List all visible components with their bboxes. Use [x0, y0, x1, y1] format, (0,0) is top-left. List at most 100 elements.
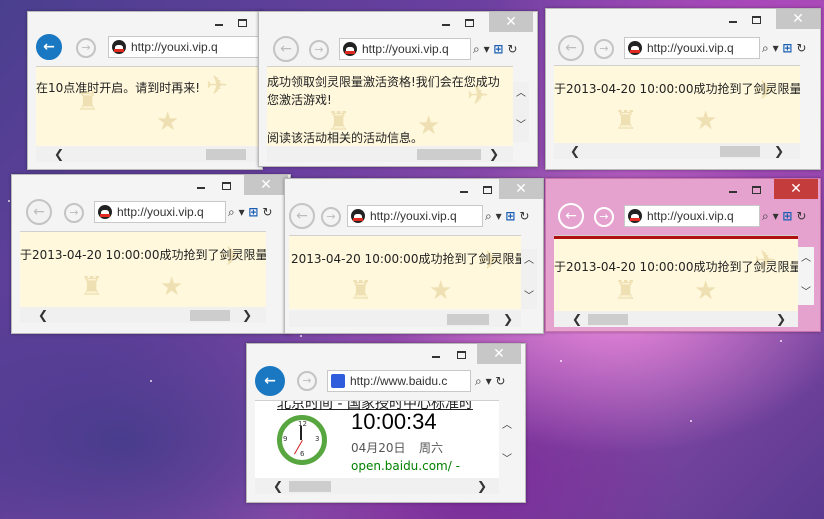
scroll-left-icon[interactable]: ❮: [273, 478, 283, 494]
search-icon[interactable]: ⌕: [762, 41, 769, 55]
chevron-down-icon[interactable]: ▾: [484, 42, 490, 56]
scroll-right-icon[interactable]: ❯: [242, 307, 252, 323]
close-button[interactable]: ✕: [774, 179, 818, 199]
scroll-down-icon[interactable]: ﹀: [499, 450, 515, 465]
refresh-icon[interactable]: ↻: [519, 209, 529, 223]
maximize-button[interactable]: [215, 175, 237, 195]
scroll-down-icon[interactable]: ﹀: [798, 283, 814, 298]
maximize-button[interactable]: [745, 179, 767, 199]
vertical-scrollbar[interactable]: ︿ ﹀: [513, 82, 529, 142]
back-button[interactable]: ←: [289, 203, 315, 229]
scroll-thumb[interactable]: [289, 481, 331, 492]
maximize-button[interactable]: [476, 179, 498, 199]
back-button[interactable]: ←: [36, 34, 62, 60]
scroll-left-icon[interactable]: ❮: [38, 307, 48, 323]
chevron-down-icon[interactable]: ▾: [773, 209, 779, 223]
title-bar[interactable]: ✕: [285, 179, 543, 201]
minimize-button[interactable]: [722, 179, 744, 199]
maximize-button[interactable]: [450, 344, 472, 364]
close-button[interactable]: ✕: [489, 12, 533, 32]
close-button[interactable]: ✕: [244, 175, 288, 195]
scroll-thumb[interactable]: [206, 149, 246, 160]
scroll-up-icon[interactable]: ︿: [499, 416, 515, 431]
minimize-button[interactable]: [425, 344, 447, 364]
result-link[interactable]: open.baidu.com/ -: [351, 459, 460, 473]
scroll-thumb[interactable]: [190, 310, 230, 321]
forward-button[interactable]: →: [309, 40, 329, 60]
scroll-thumb[interactable]: [447, 314, 489, 325]
maximize-button[interactable]: [458, 12, 480, 32]
address-bar[interactable]: http://youxi.vip.q: [339, 38, 471, 60]
scroll-right-icon[interactable]: ❯: [489, 146, 499, 162]
address-bar[interactable]: http://youxi.vip.q: [624, 205, 760, 227]
horizontal-scrollbar[interactable]: ❯: [289, 311, 521, 327]
maximize-button[interactable]: [745, 9, 767, 29]
scroll-down-icon[interactable]: ﹀: [513, 116, 529, 131]
back-button[interactable]: ←: [255, 366, 285, 396]
scroll-up-icon[interactable]: ︿: [521, 251, 537, 266]
browser-window-2[interactable]: ✕ ← → http://youxi.vip.q ⌕ ▾ ⊞ ↻ ♜ ★ ✈ 成功领…: [258, 11, 538, 167]
close-button[interactable]: ✕: [477, 344, 521, 364]
scroll-left-icon[interactable]: ❮: [570, 143, 580, 159]
minimize-button[interactable]: [208, 12, 230, 32]
scroll-right-icon[interactable]: ❯: [477, 478, 487, 494]
compat-view-icon[interactable]: ⊞: [782, 209, 792, 223]
browser-window-3[interactable]: ✕ ← → http://youxi.vip.q ⌕ ▾ ⊞ ↻ ♜ ★ ✈ 于20…: [545, 8, 821, 170]
forward-button[interactable]: →: [321, 207, 341, 227]
forward-button[interactable]: →: [64, 203, 84, 223]
scroll-right-icon[interactable]: ❯: [776, 311, 786, 327]
browser-window-1[interactable]: ← → http://youxi.vip.q ♜ ★ ✈ 在10点准时开启。请到时再…: [27, 11, 263, 170]
search-icon[interactable]: ⌕: [228, 205, 235, 219]
back-button[interactable]: ←: [273, 36, 299, 62]
scroll-right-icon[interactable]: ❯: [774, 143, 784, 159]
vertical-scrollbar[interactable]: ︿ ﹀: [798, 247, 814, 305]
chevron-down-icon[interactable]: ▾: [239, 205, 245, 219]
title-bar[interactable]: ✕: [546, 9, 820, 31]
address-bar[interactable]: http://www.baidu.c: [327, 370, 471, 392]
back-button[interactable]: ←: [26, 199, 52, 225]
scroll-left-icon[interactable]: ❮: [572, 311, 582, 327]
horizontal-scrollbar[interactable]: ❮ ❯: [554, 311, 798, 327]
horizontal-scrollbar[interactable]: ❮ ❯: [20, 307, 266, 323]
search-icon[interactable]: ⌕: [475, 374, 482, 388]
search-icon[interactable]: ⌕: [762, 209, 769, 223]
scroll-right-icon[interactable]: ❯: [503, 311, 513, 327]
chevron-down-icon[interactable]: ▾: [773, 41, 779, 55]
scroll-down-icon[interactable]: ﹀: [521, 287, 537, 302]
chevron-down-icon[interactable]: ▾: [496, 209, 502, 223]
scroll-thumb[interactable]: [417, 149, 481, 160]
title-bar[interactable]: ✕: [12, 175, 290, 197]
title-bar[interactable]: ✕: [247, 344, 525, 366]
title-bar[interactable]: ✕: [259, 12, 537, 34]
minimize-button[interactable]: [435, 12, 457, 32]
title-bar[interactable]: [28, 12, 262, 34]
horizontal-scrollbar[interactable]: ❮ ❯: [255, 478, 499, 494]
close-button[interactable]: ✕: [499, 179, 543, 199]
compat-view-icon[interactable]: ⊞: [248, 205, 258, 219]
back-button[interactable]: ←: [558, 35, 584, 61]
forward-button[interactable]: →: [76, 38, 96, 58]
address-bar[interactable]: http://youxi.vip.q: [94, 201, 226, 223]
refresh-icon[interactable]: ↻: [495, 374, 505, 388]
forward-button[interactable]: →: [297, 371, 317, 391]
title-bar[interactable]: ✕: [546, 179, 820, 201]
compat-view-icon[interactable]: ⊞: [505, 209, 515, 223]
address-bar[interactable]: http://youxi.vip.q: [624, 37, 760, 59]
chevron-down-icon[interactable]: ▾: [486, 374, 492, 388]
forward-button[interactable]: →: [594, 39, 614, 59]
horizontal-scrollbar[interactable]: ❮ ❯: [554, 143, 800, 159]
scroll-up-icon[interactable]: ︿: [513, 84, 529, 99]
browser-window-5[interactable]: ✕ ← → http://youxi.vip.q ⌕ ▾ ⊞ ↻ ♜ ★ ✈ 201…: [284, 178, 544, 334]
refresh-icon[interactable]: ↻: [796, 209, 806, 223]
browser-window-4[interactable]: ✕ ← → http://youxi.vip.q ⌕ ▾ ⊞ ↻ ♜ ★ ✈ 于20…: [11, 174, 291, 334]
forward-button[interactable]: →: [594, 207, 614, 227]
minimize-button[interactable]: [722, 9, 744, 29]
vertical-scrollbar[interactable]: ︿ ﹀: [521, 249, 537, 309]
compat-view-icon[interactable]: ⊞: [782, 41, 792, 55]
browser-window-6[interactable]: ✕ ← → http://youxi.vip.q ⌕ ▾ ⊞ ↻ ♜ ★ ✈ 于20…: [545, 178, 821, 332]
browser-window-baidu[interactable]: ✕ ← → http://www.baidu.c ⌕ ▾ ↻ 北京时间 - 国家…: [246, 343, 526, 503]
horizontal-scrollbar[interactable]: ❯: [267, 146, 513, 162]
compat-view-icon[interactable]: ⊞: [493, 42, 503, 56]
search-icon[interactable]: ⌕: [473, 42, 480, 56]
maximize-button[interactable]: [231, 12, 253, 32]
